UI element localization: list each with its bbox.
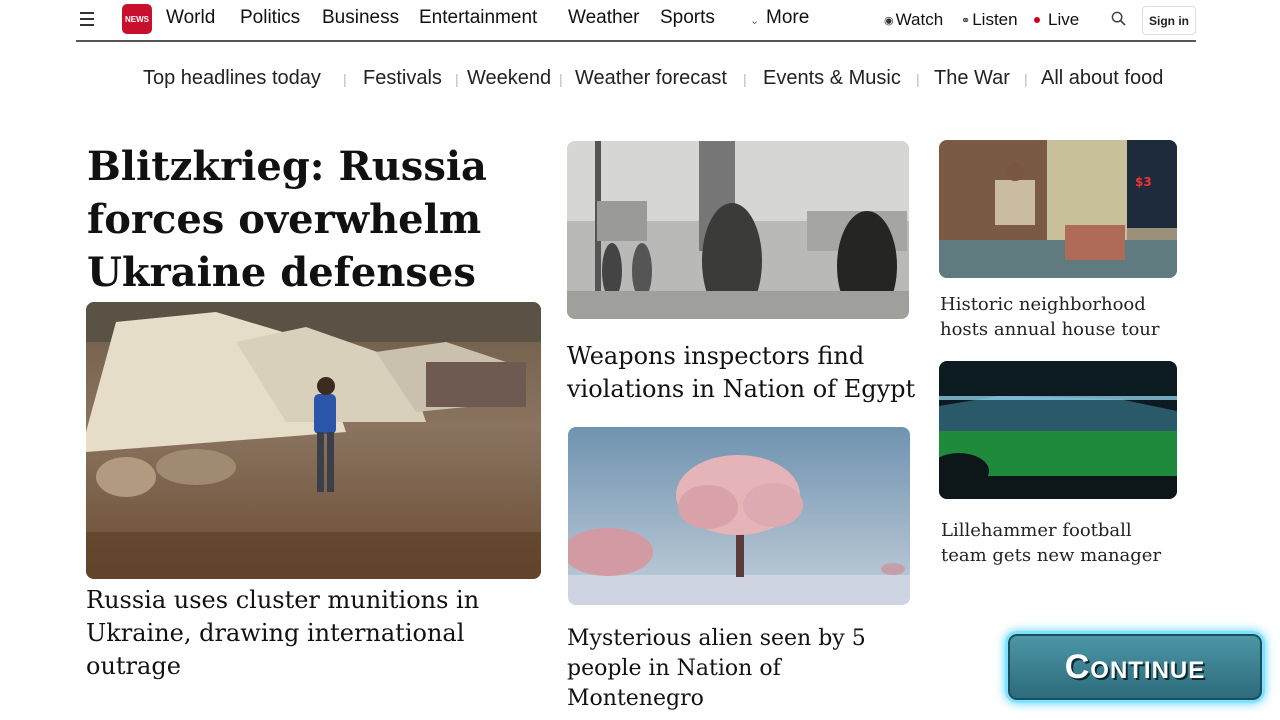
subnav-divider: | xyxy=(1024,71,1028,87)
subnav-the-war[interactable]: The War xyxy=(934,67,1010,90)
nav-business[interactable]: Business xyxy=(322,7,399,29)
football-caption[interactable]: Lillehammer football team gets new manag… xyxy=(941,518,1181,568)
live-label: Live xyxy=(1048,10,1080,29)
subnav-festivals[interactable]: Festivals xyxy=(363,67,442,90)
nav-entertainment[interactable]: Entertainment xyxy=(419,7,537,29)
pink-tree-photo[interactable] xyxy=(568,427,910,605)
subnav-divider: | xyxy=(343,71,347,87)
nav-politics[interactable]: Politics xyxy=(240,7,300,29)
subnav-food[interactable]: All about food xyxy=(1041,67,1163,90)
headphones-icon: ⚭ xyxy=(961,14,971,27)
search-icon[interactable] xyxy=(1111,11,1126,26)
historic-street-photo[interactable] xyxy=(567,141,909,319)
house-tour-photo[interactable]: $3 xyxy=(939,140,1177,278)
subnav-weekend[interactable]: Weekend xyxy=(467,67,551,90)
sign-in-button[interactable]: Sign in xyxy=(1142,6,1196,35)
news-logo[interactable]: NEWS xyxy=(122,4,152,34)
nav-more[interactable]: More xyxy=(766,7,809,29)
subnav-weather-forecast[interactable]: Weather forecast xyxy=(575,67,727,90)
football-stadium-photo[interactable] xyxy=(939,361,1177,499)
live-link[interactable]: Live xyxy=(1034,10,1079,30)
watch-link[interactable]: ◉ Watch xyxy=(884,10,943,30)
play-circle-icon: ◉ xyxy=(884,14,894,27)
house-tour-caption[interactable]: Historic neighborhood hosts annual house… xyxy=(940,292,1180,342)
hamburger-menu-icon[interactable] xyxy=(80,12,94,26)
egypt-caption[interactable]: Weapons inspectors find violations in Na… xyxy=(567,340,917,406)
chevron-down-icon[interactable]: ⌄ xyxy=(750,14,759,27)
subnav-divider: | xyxy=(559,71,563,87)
live-dot-icon xyxy=(1034,17,1040,23)
logo-text: NEWS xyxy=(125,14,149,24)
top-navigation: NEWS World Politics Business Entertainme… xyxy=(76,0,1196,42)
watch-label: Watch xyxy=(895,10,944,29)
subnav-events-music[interactable]: Events & Music xyxy=(763,67,901,90)
lead-headline[interactable]: Blitzkrieg: Russia forces overwhelm Ukra… xyxy=(87,140,537,299)
nav-sports[interactable]: Sports xyxy=(660,7,715,29)
listen-label: Listen xyxy=(972,10,1018,29)
nav-world[interactable]: World xyxy=(166,7,215,29)
svg-text:$3: $3 xyxy=(1135,175,1152,189)
continue-button[interactable]: Continue xyxy=(1005,631,1265,703)
subnav-top-headlines[interactable]: Top headlines today xyxy=(143,67,321,90)
nav-weather[interactable]: Weather xyxy=(568,7,639,29)
montenegro-caption[interactable]: Mysterious alien seen by 5 people in Nat… xyxy=(567,624,917,714)
subnav-divider: | xyxy=(916,71,920,87)
subnav-divider: | xyxy=(455,71,459,87)
subnav-divider: | xyxy=(743,71,747,87)
refugee-camp-image[interactable] xyxy=(86,302,541,579)
lead-caption[interactable]: Russia uses cluster munitions in Ukraine… xyxy=(86,584,546,683)
listen-link[interactable]: ⚭ Listen xyxy=(961,10,1018,30)
